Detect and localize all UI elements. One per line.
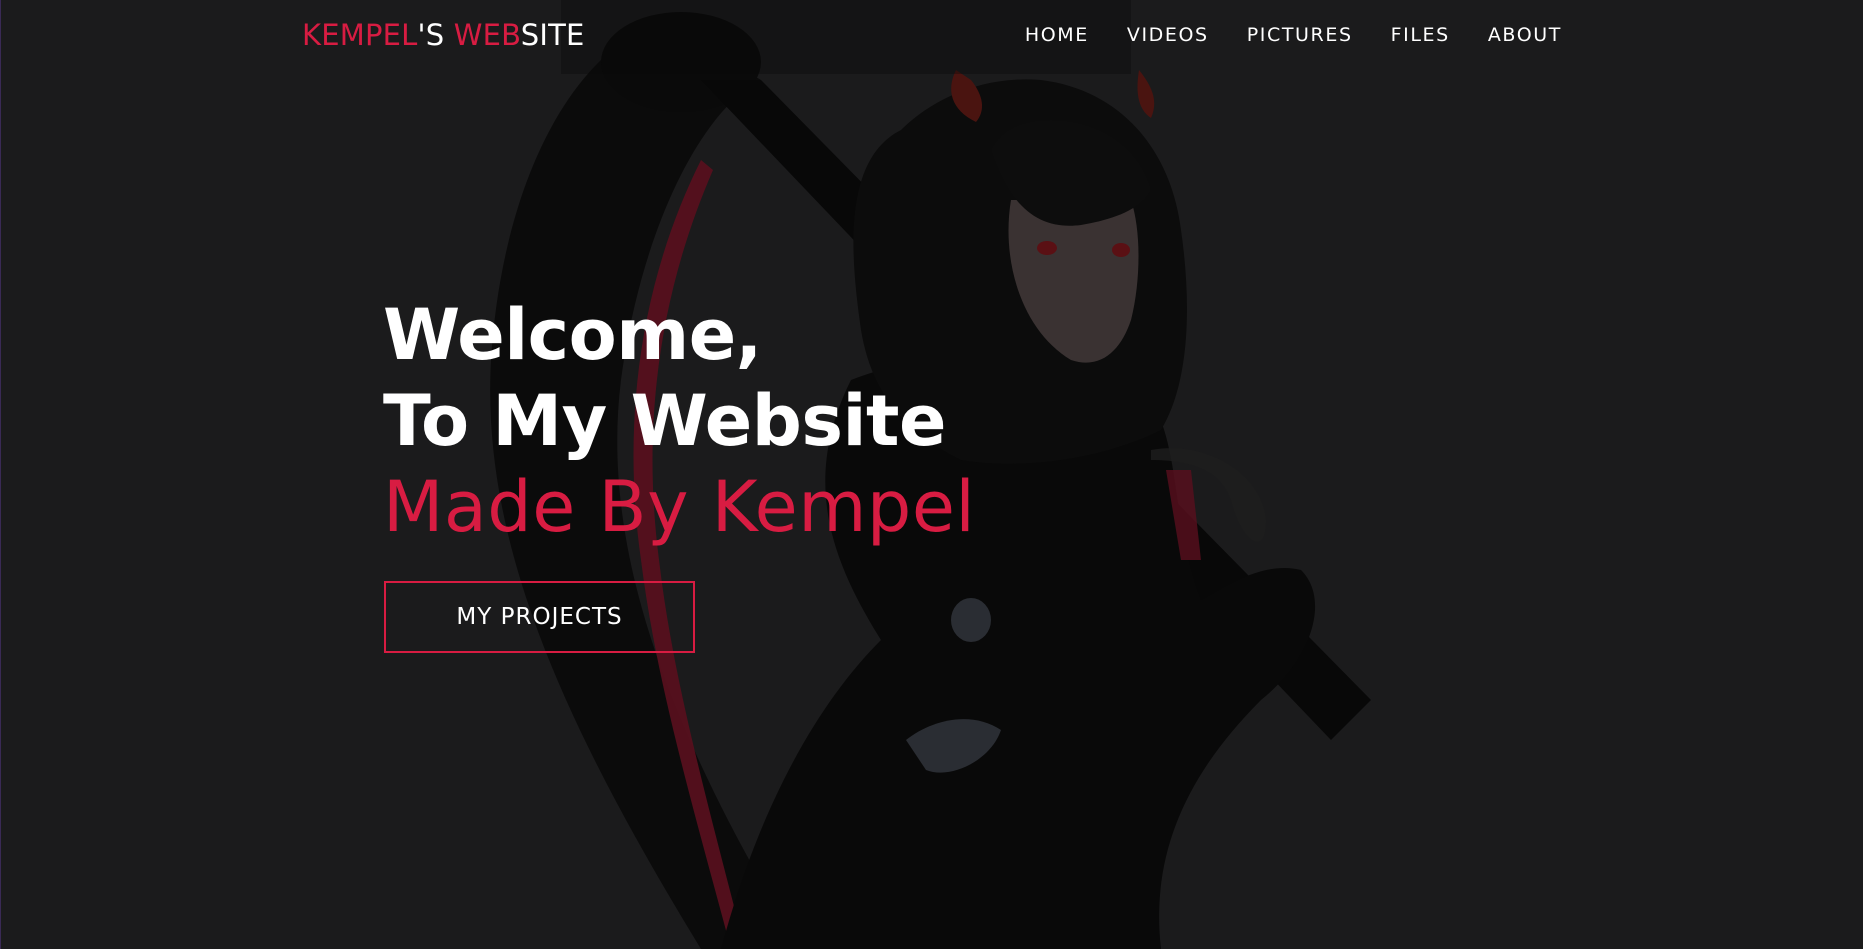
nav-link-files[interactable]: FILES bbox=[1391, 24, 1450, 46]
logo-text-s: 'S bbox=[417, 18, 454, 52]
nav-link-home[interactable]: HOME bbox=[1025, 24, 1089, 46]
main-nav: HOME VIDEOS PICTURES FILES ABOUT bbox=[1025, 24, 1562, 46]
page: KEMPEL'S WEBSITE HOME VIDEOS PICTURES FI… bbox=[0, 0, 1863, 949]
logo-text-kempel: KEMPEL bbox=[302, 18, 418, 52]
hero-heading: Welcome, To My Website Made By Kempel bbox=[383, 292, 975, 550]
top-navigation-bar: KEMPEL'S WEBSITE HOME VIDEOS PICTURES FI… bbox=[1, 0, 1863, 74]
hero-website-line: To My Website bbox=[383, 380, 946, 462]
nav-link-videos[interactable]: VIDEOS bbox=[1127, 24, 1209, 46]
hero-made-by-line: Made By Kempel bbox=[383, 466, 976, 548]
logo-text-site: SITE bbox=[520, 18, 585, 52]
logo-text-web: WEB bbox=[453, 18, 521, 52]
nav-link-about[interactable]: ABOUT bbox=[1488, 24, 1562, 46]
my-projects-button[interactable]: MY PROJECTS bbox=[384, 581, 695, 653]
nav-link-pictures[interactable]: PICTURES bbox=[1247, 24, 1353, 46]
site-logo[interactable]: KEMPEL'S WEBSITE bbox=[302, 18, 585, 52]
hero-welcome-line: Welcome, bbox=[383, 294, 762, 376]
